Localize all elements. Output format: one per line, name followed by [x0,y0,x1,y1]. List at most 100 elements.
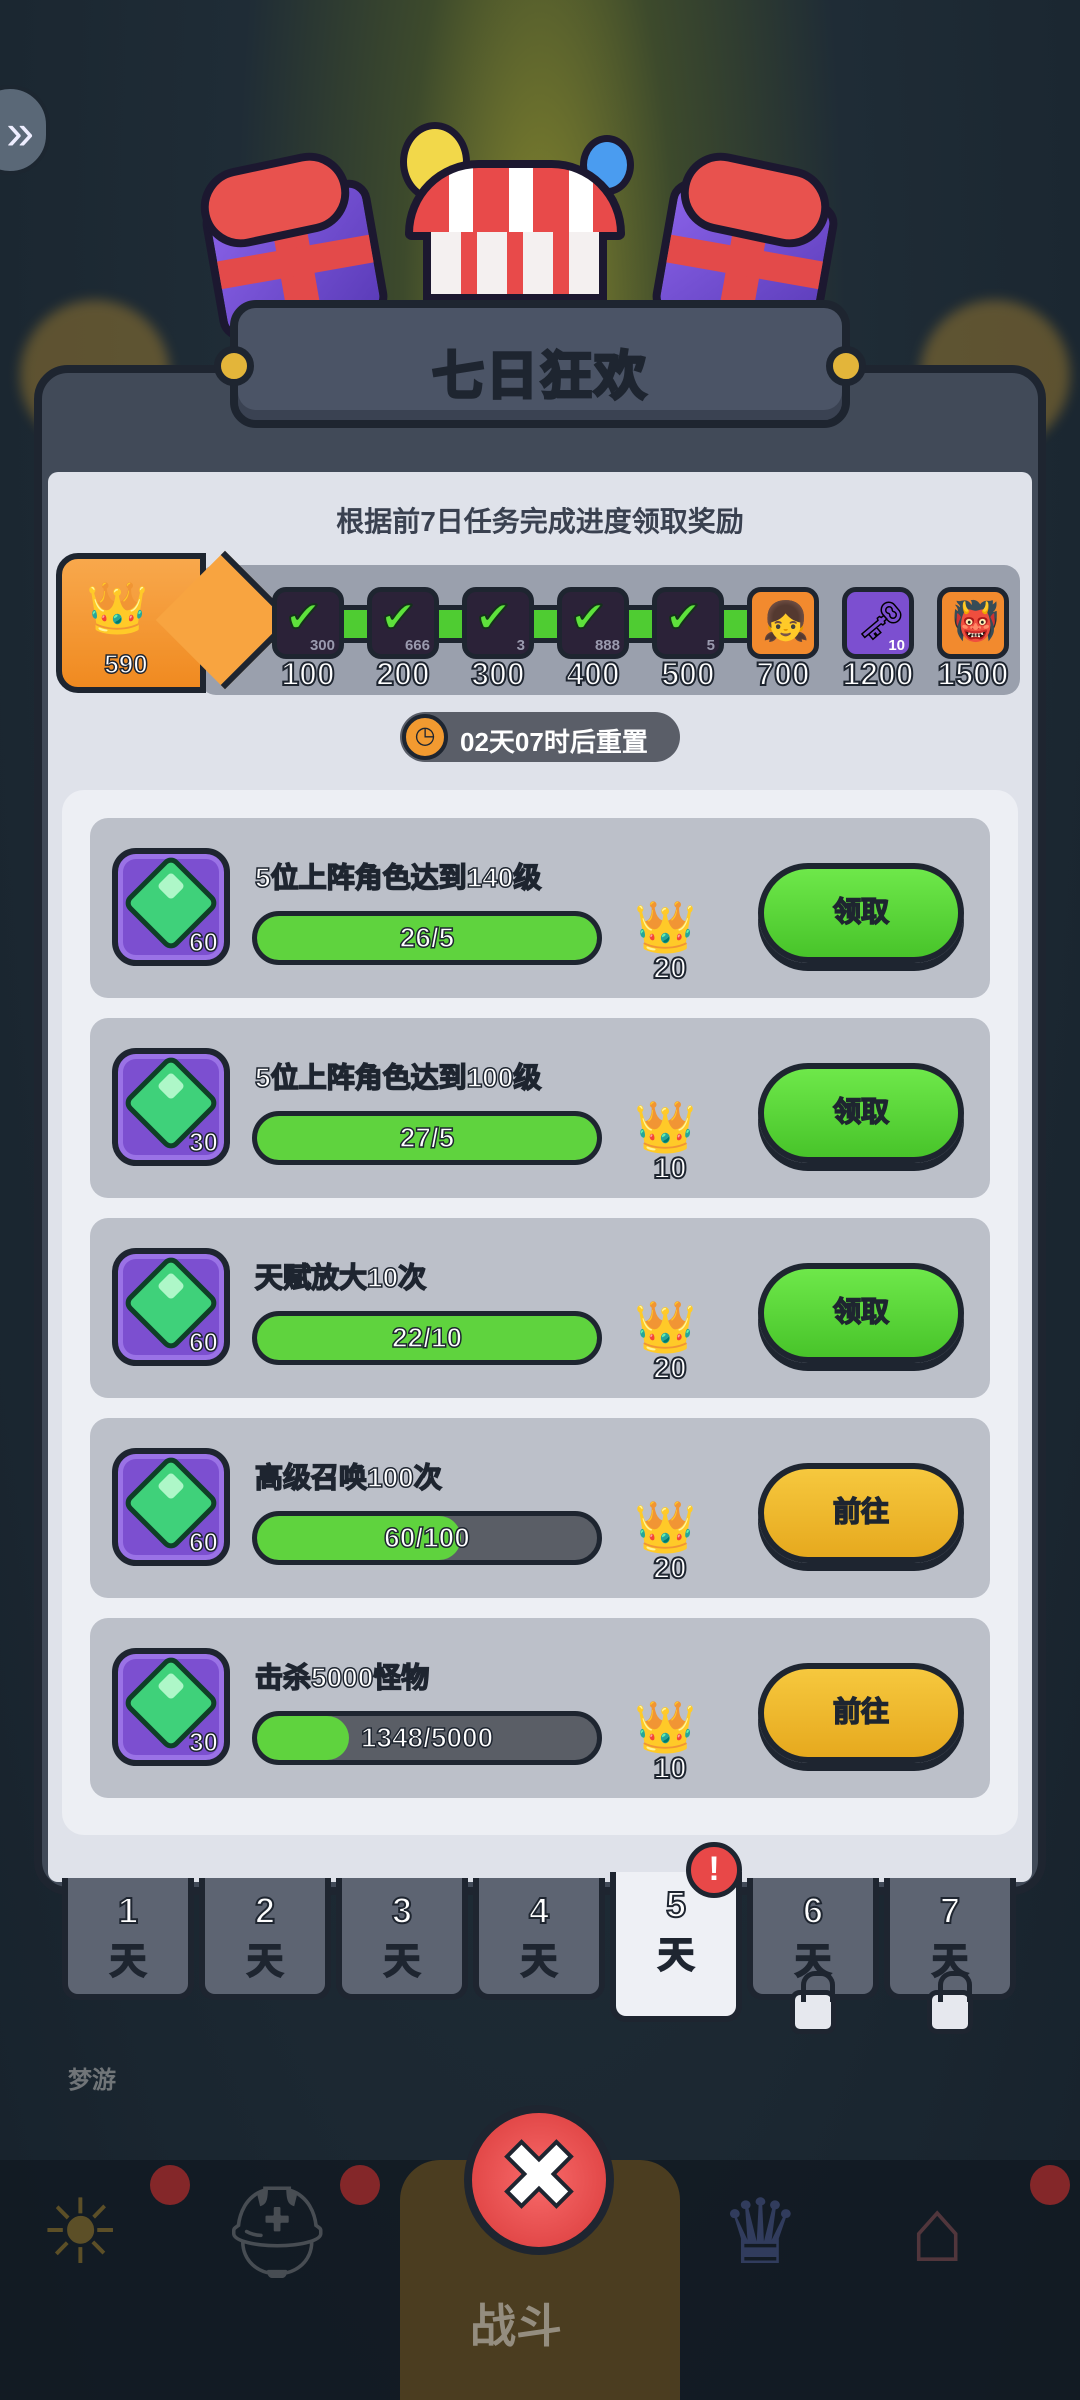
crown-icon: 👑 [634,1699,697,1755]
lock-icon [927,1971,973,2034]
helmet-icon: ⛑ [220,2183,335,2283]
notification-dot [150,2165,190,2205]
task-progress-text: 26/5 [399,921,455,954]
task-row: 30 5位上阵角色达到100级 27/5 👑 10 领取 [90,1018,990,1198]
goto-button[interactable]: 前往 [758,1663,964,1763]
task-progress-bar: 22/10 [252,1311,602,1365]
gem-amount: 60 [188,1326,218,1358]
gem-reward: 60 [112,848,230,966]
gem-amount: 60 [188,1526,218,1558]
task-progress-text: 22/10 [391,1321,463,1354]
task-progress-bar: 1348/5000 [252,1711,602,1765]
task-points-value: 20 [652,951,687,986]
task-row: 60 5位上阵角色达到140级 26/5 👑 20 领取 [90,818,990,998]
task-row: 60 天赋放大10次 22/10 👑 20 领取 [90,1218,990,1398]
tab-day-4[interactable]: 4天 [473,1878,605,2000]
battle-label: 战斗 [470,2300,562,2352]
clock-icon: ◷ [402,714,448,760]
claim-button[interactable]: 领取 [758,863,964,963]
milestone-reward[interactable]: 👹 [937,587,1009,659]
gem-amount: 60 [188,926,218,958]
milestone-label: 200 [375,655,430,693]
milestone-label: 1500 [936,655,1009,693]
milestone-qty: 10 [888,637,905,654]
task-row: 30 击杀5000怪物 1348/5000 👑 10 前往 [90,1618,990,1798]
task-progress-text: 60/100 [383,1521,470,1554]
check-icon: ✔ [474,592,513,643]
gem-reward: 30 [112,1048,230,1166]
crown-icon: 👑 [634,899,697,955]
gem-reward: 60 [112,1448,230,1566]
milestone-qty: 300 [309,637,335,654]
tab-day-label: 天 [520,1939,558,1982]
page-title: 七日狂欢 [430,347,648,408]
tab-day-3[interactable]: 3天 [336,1878,468,2000]
tab-day-number: 4 [528,1889,550,1932]
lock-icon [790,1971,836,2034]
milestone-reward[interactable]: ✔ 888 [557,587,629,659]
action-label: 前往 [832,1695,890,1728]
claim-button[interactable]: 领取 [758,1063,964,1163]
title-plate: 七日狂欢 [214,300,866,428]
points-value: 590 [104,648,149,680]
tab-day-1[interactable]: 1天 [62,1878,194,2000]
milestone-qty: 888 [594,637,620,654]
task-progress-bar: 60/100 [252,1511,602,1565]
tab-day-number: 2 [254,1889,276,1932]
task-points: 👑 10 [630,1698,710,1788]
alert-badge: ! [686,1842,742,1898]
reset-timer: ◷ 02天07时后重置 [400,712,680,762]
tab-day-number: 7 [939,1889,961,1932]
milestone-reward[interactable]: ✔ 300 [272,587,344,659]
task-points-value: 20 [652,1551,687,1586]
milestone-reward[interactable]: ✔ 5 [652,587,724,659]
action-label: 前往 [832,1495,890,1528]
task-title: 击杀5000怪物 [254,1661,430,1694]
milestone-qty: 3 [516,637,525,654]
event-subtitle: 根据前7日任务完成进度领取奖励 [336,506,744,537]
tab-day-label: 天 [246,1939,284,1982]
crown-icon: 👑 [634,1099,697,1155]
milestone-label: 1200 [841,655,914,693]
check-icon: ✔ [284,592,323,643]
claim-button[interactable]: 领取 [758,1263,964,1363]
task-progress-text: 27/5 [399,1121,455,1154]
gem-reward: 60 [112,1248,230,1366]
tab-day-number: 6 [802,1889,824,1932]
milestone-reward[interactable]: ✔ 666 [367,587,439,659]
task-points: 👑 10 [630,1098,710,1188]
crown-icon: 👑 [634,1299,697,1355]
action-label: 领取 [832,895,890,928]
task-points: 👑 20 [630,1498,710,1588]
task-row: 60 高级召唤100次 60/100 👑 20 前往 [90,1418,990,1598]
tab-day-label: 天 [383,1939,421,1982]
circus-tent-icon [405,140,625,302]
task-progress-text: 1348/5000 [360,1721,494,1754]
shop-icon: ⌂ [910,2181,965,2281]
task-points-value: 10 [652,1751,687,1786]
notification-dot [340,2165,380,2205]
task-points-value: 20 [652,1351,687,1386]
tab-day-label: 天 [109,1939,147,1982]
milestone-qty: 5 [706,637,715,654]
close-button[interactable]: ✖ [464,2105,614,2255]
gem-reward: 30 [112,1648,230,1766]
milestone-label: 700 [755,655,810,693]
milestone-reward[interactable]: 👧 [747,587,819,659]
goto-button[interactable]: 前往 [758,1463,964,1563]
milestone-label: 100 [280,655,335,693]
points-badge: 👑 590 [56,550,295,693]
notification-dot [1030,2165,1070,2205]
task-title: 天赋放大10次 [254,1261,427,1294]
tab-day-2[interactable]: 2天 [199,1878,331,2000]
milestone-reward[interactable]: 🗝 10 [842,587,914,659]
milestone-label: 400 [565,655,620,693]
hero-portrait-s-icon: 👹 [952,601,1000,643]
sleep-label: 梦游 [68,2067,116,2094]
milestone-reward[interactable]: ✔ 3 [462,587,534,659]
task-title: 5位上阵角色达到140级 [254,861,542,894]
milestone-qty: 666 [404,637,430,654]
tab-day-label: 天 [657,1933,695,1976]
check-icon: ✔ [569,592,608,643]
task-progress-bar: 26/5 [252,911,602,965]
